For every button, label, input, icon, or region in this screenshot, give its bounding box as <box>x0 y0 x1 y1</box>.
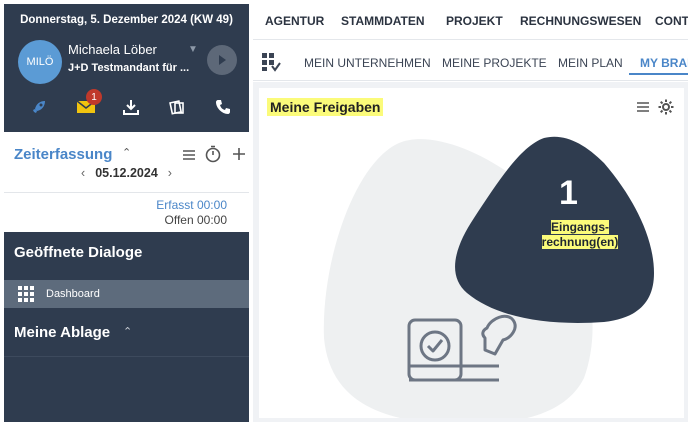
previous-day-button[interactable]: ‹ <box>81 166 85 180</box>
offen-time: Offen 00:00 <box>164 213 228 227</box>
next-day-button[interactable]: › <box>168 166 172 180</box>
play-button[interactable] <box>207 45 237 75</box>
subnav-my-brain[interactable]: MY BRAI <box>640 56 688 70</box>
zeiterfassung-date-row: ‹ 05.12.2024 › <box>4 166 249 180</box>
ablage-collapse-caret-icon[interactable]: ⌃ <box>123 325 132 338</box>
play-icon <box>219 55 226 65</box>
subnav-mein-plan[interactable]: MEIN PLAN <box>558 56 623 70</box>
widget-illustration <box>323 136 654 418</box>
quick-actions: 1 <box>4 89 249 122</box>
open-dialog-dashboard[interactable]: Dashboard <box>4 280 249 308</box>
gear-icon[interactable] <box>658 99 674 115</box>
list-menu-icon[interactable] <box>636 100 650 114</box>
count-label-line2: rechnung(en) <box>541 235 619 249</box>
zeiterfassung-title[interactable]: Zeiterfassung <box>14 146 112 163</box>
phone-icon[interactable] <box>214 98 234 116</box>
widget-title: Meine Freigaben <box>267 98 384 116</box>
zeiterfassung-panel: Zeiterfassung ⌃ ‹ 05.12.2024 › Erfasst 00:… <box>4 132 249 232</box>
sub-navigation: MEIN UNTERNEHMEN MEINE PROJEKTE MEIN PLA… <box>253 41 688 81</box>
count-label-line1: Eingangs- <box>550 220 609 234</box>
documents-icon[interactable] <box>168 98 188 116</box>
nav-rechnungswesen[interactable]: RECHNUNGSWESEN <box>520 14 641 28</box>
sidebar: Donnerstag, 5. Dezember 2024 (KW 49) MIL… <box>4 4 249 422</box>
freigaben-widget: Meine Freigaben 1 Eingangs- rechnung(en) <box>259 88 684 418</box>
approval-count-label[interactable]: Eingangs- rechnung(en) <box>535 220 625 250</box>
open-dialogs-title: Geöffnete Dialoge <box>14 244 143 261</box>
nav-stammdaten[interactable]: STAMMDATEN <box>341 14 425 28</box>
user-name[interactable]: Michaela Löber <box>68 42 157 57</box>
open-dialog-label: Dashboard <box>46 288 100 300</box>
divider <box>4 192 249 193</box>
add-icon[interactable] <box>232 147 246 161</box>
main-navigation: AGENTUR STAMMDATEN PROJEKT RECHNUNGSWESE… <box>253 4 688 40</box>
active-tab-indicator <box>629 73 688 75</box>
erfasst-time: Erfasst 00:00 <box>156 198 227 212</box>
user-menu-caret-icon[interactable]: ▼ <box>188 44 198 55</box>
approval-count[interactable]: 1 <box>559 174 578 213</box>
subnav-mein-unternehmen[interactable]: MEIN UNTERNEHMEN <box>304 56 431 70</box>
rocket-icon[interactable] <box>30 98 50 116</box>
subnav-meine-projekte[interactable]: MEINE PROJEKTE <box>442 56 547 70</box>
list-menu-icon[interactable] <box>182 148 196 162</box>
dashboard-grid-icon[interactable] <box>261 52 281 72</box>
ablage-title[interactable]: Meine Ablage <box>14 324 110 341</box>
grid-icon <box>18 286 34 302</box>
divider <box>4 356 249 357</box>
collapse-caret-icon[interactable]: ⌃ <box>122 146 131 159</box>
download-icon[interactable] <box>122 98 142 116</box>
mail-badge: 1 <box>86 89 102 105</box>
current-date: Donnerstag, 5. Dezember 2024 (KW 49) <box>20 14 233 26</box>
avatar[interactable]: MILÖ <box>18 40 62 84</box>
stopwatch-icon[interactable] <box>204 145 222 163</box>
user-tenant: J+D Testmandant für ... <box>68 62 190 74</box>
nav-agentur[interactable]: AGENTUR <box>265 14 324 28</box>
nav-projekt[interactable]: PROJEKT <box>446 14 503 28</box>
zeiterfassung-date[interactable]: 05.12.2024 <box>95 166 158 180</box>
nav-cont[interactable]: CONT <box>655 14 688 28</box>
